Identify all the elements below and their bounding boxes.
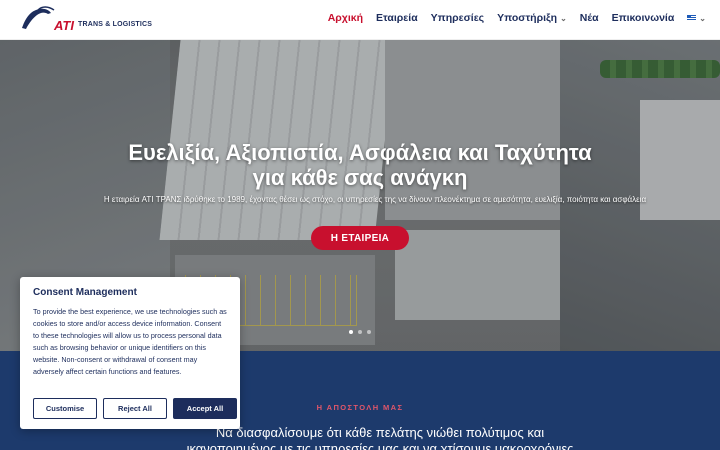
nav-company-label: Εταιρεία xyxy=(376,12,418,24)
nav-support-label: Υποστήριξη xyxy=(497,12,558,24)
mission-text-line2: ικανοποιημένος με τις υπηρεσίες μας και … xyxy=(186,441,574,450)
nav-news-label: Νέα xyxy=(579,12,599,24)
company-button[interactable]: Η ΕΤΑΙΡΕΙΑ xyxy=(311,226,409,250)
reject-all-button[interactable]: Reject All xyxy=(103,398,167,419)
nav-home-label: Αρχική xyxy=(327,12,364,24)
nav-contact-label: Επικοινωνία xyxy=(611,12,675,24)
hero-title-line1: Ευελιξία, Αξιοπιστία, Ασφάλεια και Ταχύτ… xyxy=(128,140,592,165)
site-header: ATI TRANS & LOGISTICS Αρχική Εταιρεία Υπ… xyxy=(0,0,720,40)
chevron-down-icon: ⌄ xyxy=(699,13,706,23)
chevron-down-icon: ⌄ xyxy=(560,13,567,23)
logo-sub-text: TRANS & LOGISTICS xyxy=(78,21,153,28)
consent-buttons: Customise Reject All Accept All xyxy=(33,398,237,419)
consent-text: To provide the best experience, we use t… xyxy=(33,307,227,376)
slider-pagination xyxy=(349,330,371,334)
main-nav: Αρχική Εταιρεία Υπηρεσίες Υποστήριξη ⌄ Νέ… xyxy=(328,12,706,24)
nav-support[interactable]: Υποστήριξη ⌄ xyxy=(497,12,567,24)
language-switcher[interactable]: ⌄ xyxy=(687,14,706,23)
hero-title: Ευελιξία, Αξιοπιστία, Ασφάλεια και Ταχύτ… xyxy=(60,140,660,190)
customise-button[interactable]: Customise xyxy=(33,398,97,419)
greek-flag-icon xyxy=(687,15,697,21)
slider-dot[interactable] xyxy=(358,330,362,334)
hero-subtitle: Η εταιρεία ATI ΤΡΑΝΣ ιδρύθηκε το 1989, έ… xyxy=(103,195,647,204)
nav-services[interactable]: Υπηρεσίες xyxy=(431,12,484,24)
consent-dialog: Consent Management To provide the best e… xyxy=(20,277,240,429)
slider-dot[interactable] xyxy=(367,330,371,334)
accept-all-button[interactable]: Accept All xyxy=(173,398,237,419)
nav-news[interactable]: Νέα xyxy=(580,12,599,24)
nav-company[interactable]: Εταιρεία xyxy=(376,12,418,24)
logo-brand-text: ATI xyxy=(54,18,74,33)
slider-dot[interactable] xyxy=(349,330,353,334)
consent-title: Consent Management xyxy=(33,287,137,298)
nav-contact[interactable]: Επικοινωνία xyxy=(612,12,675,24)
site-logo[interactable]: ATI TRANS & LOGISTICS xyxy=(18,4,153,36)
nav-services-label: Υπηρεσίες xyxy=(430,12,485,24)
horse-logo-icon xyxy=(22,6,55,29)
nav-home[interactable]: Αρχική xyxy=(328,12,363,24)
mission-text-line1: Να διασφαλίσουμε ότι κάθε πελάτης νιώθει… xyxy=(215,425,545,440)
hero-title-line2: για κάθε σας ανάγκη xyxy=(252,165,468,190)
